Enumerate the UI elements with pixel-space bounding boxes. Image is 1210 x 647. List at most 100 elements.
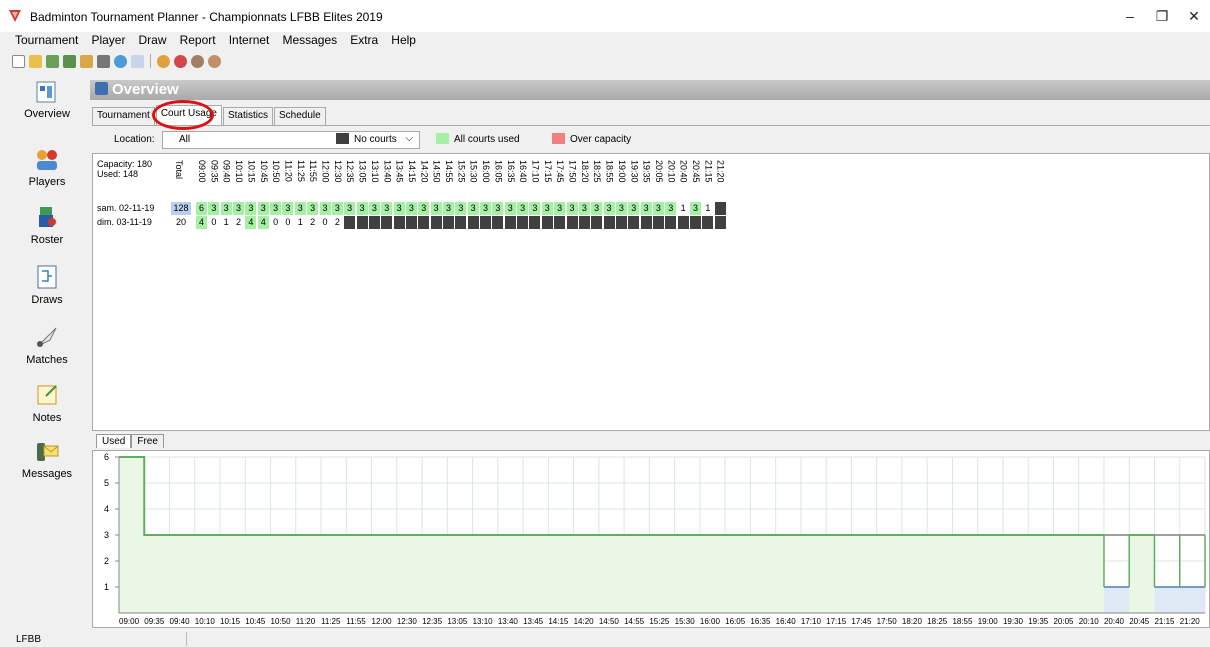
no-court-cell xyxy=(455,216,468,229)
nav-label: Roster xyxy=(30,234,64,246)
x-tick-label: 18:25 xyxy=(927,617,948,626)
no-court-cell xyxy=(690,216,702,229)
new-file-icon[interactable] xyxy=(12,54,25,68)
usage-cell: 1 xyxy=(220,216,233,229)
column-header-time: 13:05 xyxy=(357,160,368,183)
x-tick-label: 17:45 xyxy=(851,617,872,626)
x-tick-label: 11:55 xyxy=(346,617,366,626)
x-tick-label: 15:25 xyxy=(649,617,670,626)
menu-help[interactable]: Help xyxy=(391,32,416,48)
usage-cell: 3 xyxy=(257,202,270,215)
toolbar-separator xyxy=(150,54,151,68)
column-header-time: 21:15 xyxy=(703,160,714,183)
properties-icon[interactable] xyxy=(80,54,93,68)
column-header-time: 11:55 xyxy=(308,160,319,182)
column-header-time: 13:10 xyxy=(369,160,380,183)
menu-player[interactable]: Player xyxy=(91,32,125,48)
x-tick-label: 21:20 xyxy=(1180,617,1201,626)
usage-cell: 3 xyxy=(381,202,394,215)
window-title: Badminton Tournament Planner - Championn… xyxy=(30,10,383,24)
no-court-cell xyxy=(603,216,616,229)
nav-messages[interactable]: Messages xyxy=(16,438,78,480)
nav-players[interactable]: Players xyxy=(16,146,78,188)
print-icon[interactable] xyxy=(97,54,110,68)
chevron-down-icon: ⌵ xyxy=(405,133,413,144)
no-court-cell xyxy=(344,216,357,229)
email-icon[interactable] xyxy=(131,54,144,68)
tab-tournament[interactable]: Tournament xyxy=(92,107,155,125)
x-tick-label: 14:20 xyxy=(574,617,595,626)
x-tick-label: 21:15 xyxy=(1154,617,1175,626)
x-tick-label: 16:00 xyxy=(700,617,721,626)
column-header-time: 18:20 xyxy=(579,160,590,183)
no-court-cell xyxy=(628,216,641,229)
player-red-icon[interactable] xyxy=(174,54,187,68)
y-tick-label: 3 xyxy=(104,530,109,540)
player-edit-icon[interactable] xyxy=(208,54,221,68)
tab-schedule[interactable]: Schedule xyxy=(273,107,326,125)
column-header-time: 18:25 xyxy=(592,160,603,183)
no-court-cell xyxy=(615,216,628,229)
usage-cell: 3 xyxy=(443,202,455,215)
x-tick-label: 13:10 xyxy=(473,617,494,626)
column-header-time: 13:40 xyxy=(382,160,393,183)
x-tick-label: 11:20 xyxy=(296,617,316,626)
nav-notes[interactable]: Notes xyxy=(16,382,78,424)
no-court-cell xyxy=(393,216,406,229)
tab-free[interactable]: Free xyxy=(131,434,164,448)
x-tick-label: 20:05 xyxy=(1053,617,1074,626)
column-header-time: 12:00 xyxy=(320,160,331,183)
save-as-icon[interactable] xyxy=(63,54,76,68)
column-header-time: 15:25 xyxy=(456,160,467,183)
menu-report[interactable]: Report xyxy=(180,32,216,48)
column-header-time: 10:50 xyxy=(271,160,282,183)
close-button[interactable]: ✕ xyxy=(1172,4,1210,28)
menu-tournament[interactable]: Tournament xyxy=(15,32,78,48)
player-search-icon[interactable] xyxy=(191,54,204,68)
legend-no-courts: No courts xyxy=(336,133,397,145)
open-folder-icon[interactable] xyxy=(29,54,42,68)
y-tick-label: 5 xyxy=(104,478,109,488)
x-tick-label: 09:00 xyxy=(119,617,140,626)
legend-swatch xyxy=(336,133,349,144)
toolbar xyxy=(12,52,221,70)
column-header-time: 20:05 xyxy=(653,160,664,183)
legend-over-capacity: Over capacity xyxy=(552,133,631,145)
column-header-time: 09:40 xyxy=(221,160,232,183)
usage-cell: 3 xyxy=(467,202,480,215)
menu-messages[interactable]: Messages xyxy=(282,32,337,48)
nav-matches[interactable]: Matches xyxy=(16,324,78,366)
tab-statistics[interactable]: Statistics xyxy=(222,107,273,125)
usage-cell: 0 xyxy=(282,216,295,229)
usage-cell: 3 xyxy=(220,202,233,215)
menu-draw[interactable]: Draw xyxy=(139,32,167,48)
x-tick-label: 13:40 xyxy=(498,617,519,626)
save-icon[interactable] xyxy=(46,54,59,68)
column-header-time: 15:30 xyxy=(468,160,479,183)
nav-overview[interactable]: Overview xyxy=(16,78,78,120)
menu-extra[interactable]: Extra xyxy=(350,32,378,48)
x-tick-label: 10:50 xyxy=(271,617,292,626)
usage-cell: 3 xyxy=(356,202,369,215)
usage-cell: 1 xyxy=(702,202,715,215)
usage-cell: 3 xyxy=(665,202,678,215)
usage-cell: 3 xyxy=(652,202,665,215)
nav-label: Draws xyxy=(31,294,63,306)
usage-cell: 0 xyxy=(270,216,283,229)
web-icon[interactable] xyxy=(114,54,127,68)
column-header-time: 10:45 xyxy=(258,160,269,183)
nav-draws[interactable]: Draws xyxy=(16,264,78,306)
nav-roster[interactable]: Roster xyxy=(16,204,78,246)
low-area xyxy=(1154,587,1180,613)
tab-used[interactable]: Used xyxy=(96,434,132,448)
overview-icon xyxy=(36,81,56,103)
legend-label: Over capacity xyxy=(570,134,632,145)
usage-cell: 3 xyxy=(566,202,579,215)
usage-cell: 3 xyxy=(430,202,443,215)
menu-internet[interactable]: Internet xyxy=(229,32,270,48)
no-court-cell xyxy=(443,216,455,229)
x-tick-label: 17:50 xyxy=(877,617,898,626)
x-tick-label: 20:40 xyxy=(1104,617,1125,626)
player-icon[interactable] xyxy=(157,54,170,68)
x-tick-label: 14:55 xyxy=(624,617,645,626)
